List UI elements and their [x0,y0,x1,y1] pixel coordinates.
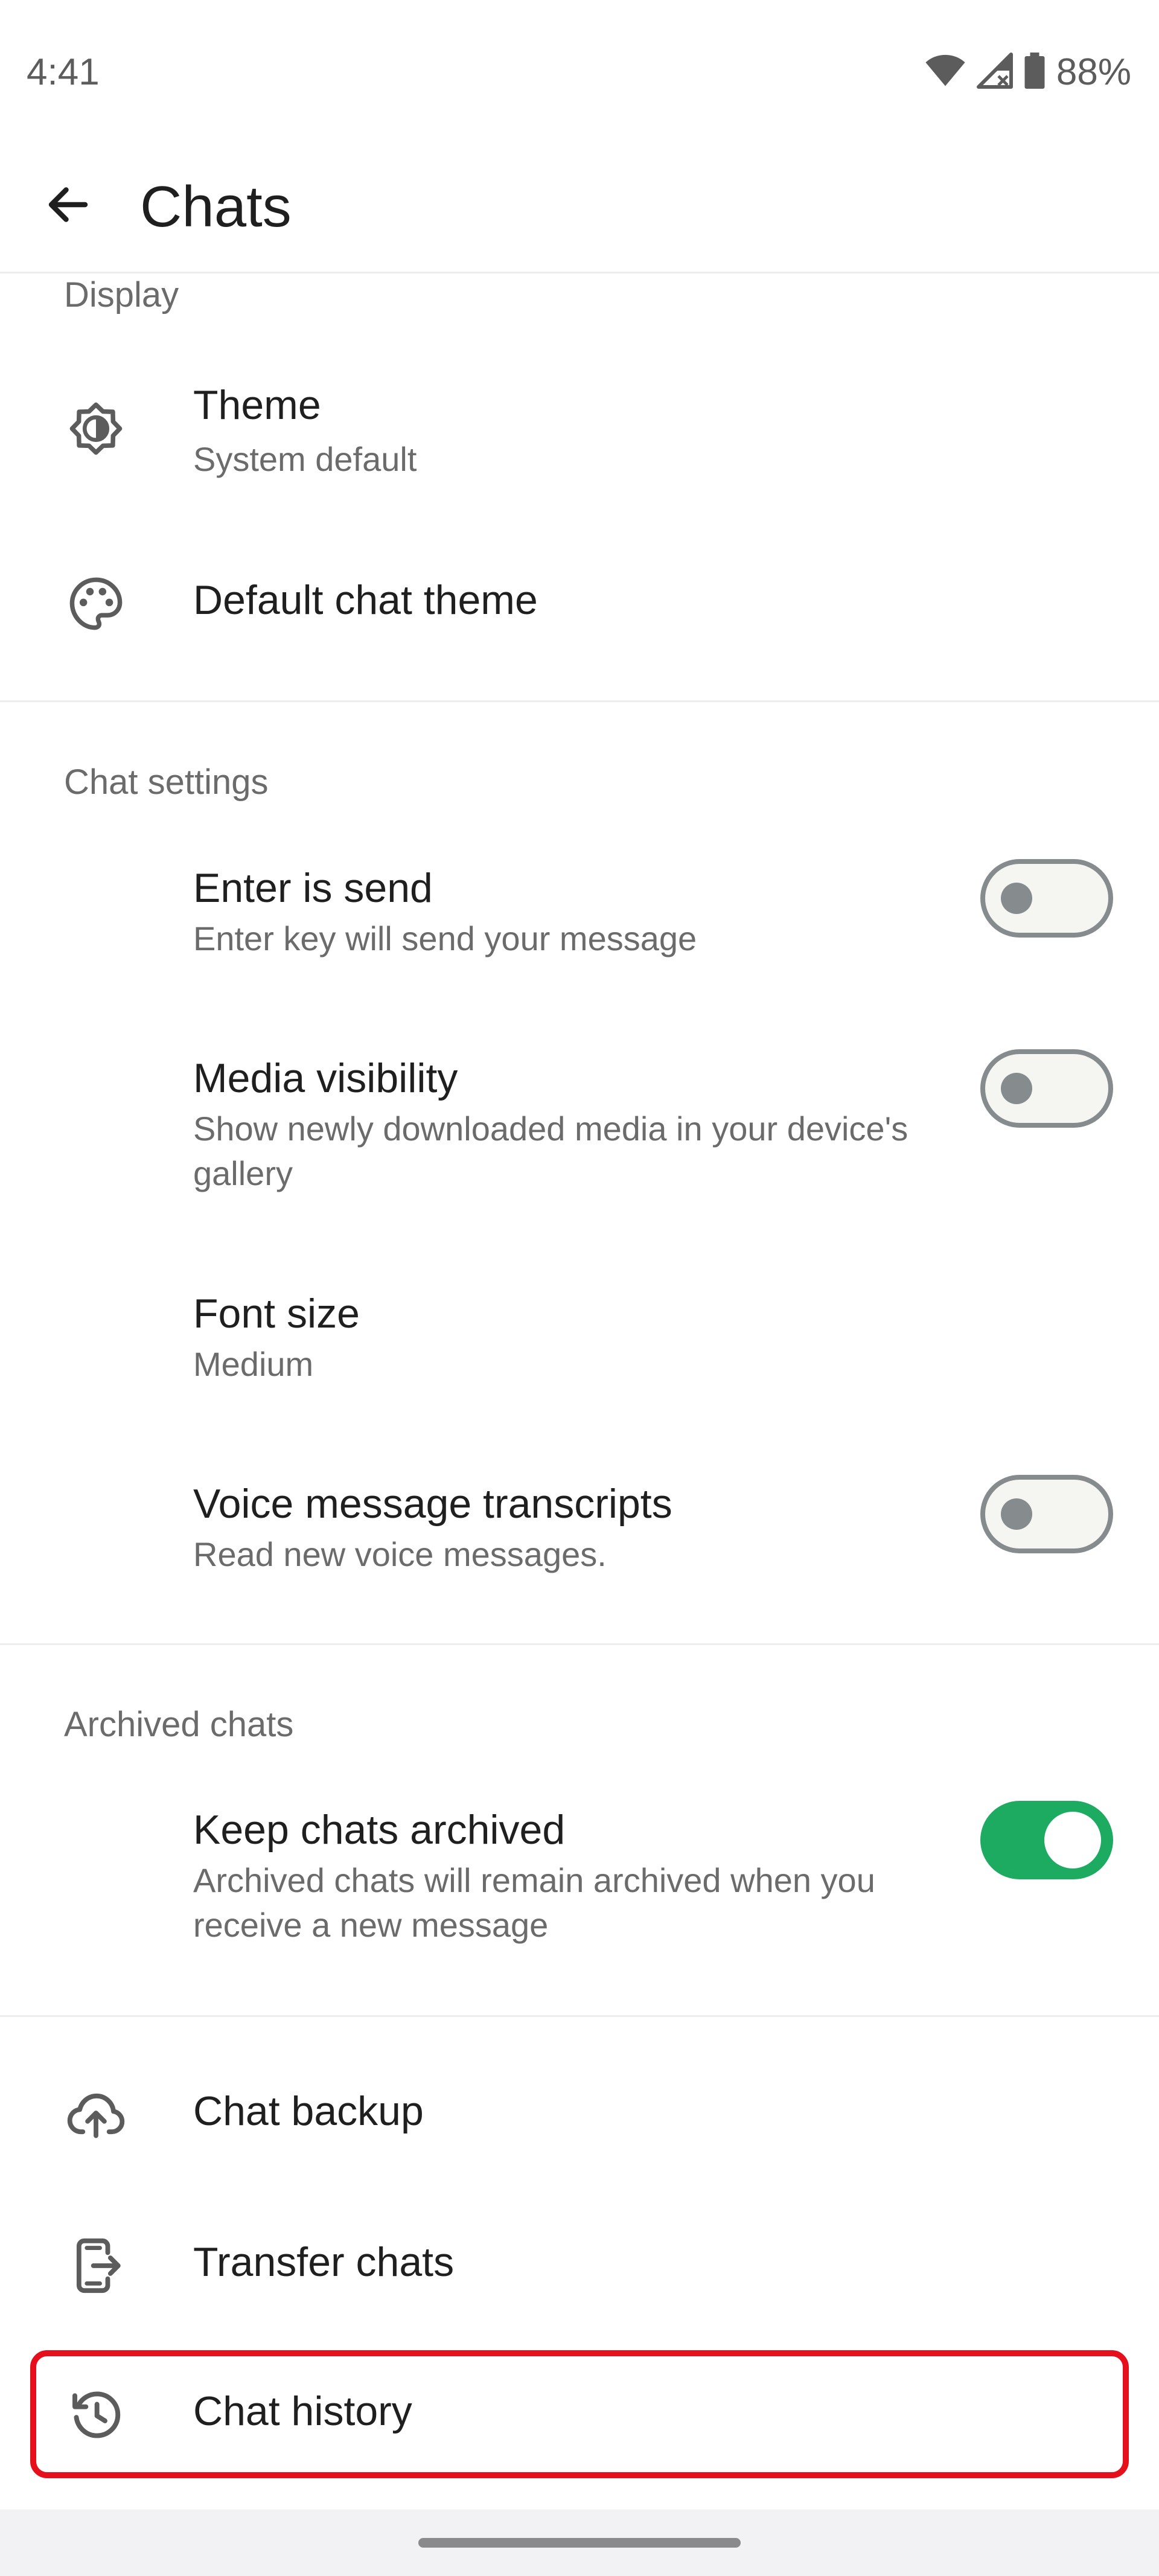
chat-backup-title: Chat backup [193,2088,424,2134]
setting-keep-chats-archived[interactable]: Keep chats archived Archived chats will … [0,1787,1159,1980]
voice-transcripts-subtitle: Read new voice messages. [193,1535,607,1573]
theme-value: System default [193,440,417,478]
chat-history-highlight [30,2350,1129,2478]
toggle-knob [1001,883,1032,914]
section-divider [0,1643,1159,1645]
page-title: Chats [140,174,292,239]
home-gesture-handle[interactable] [418,2538,741,2548]
transfer-chats-title: Transfer chats [193,2239,455,2285]
keep-archived-toggle[interactable] [980,1801,1113,1879]
section-divider [0,700,1159,702]
status-icons: 88% [925,50,1131,94]
keep-archived-subtitle: Archived chats will remain archived when… [193,1861,875,1944]
cellular-signal-icon [976,52,1013,92]
enter-is-send-toggle[interactable] [980,859,1113,938]
setting-transfer-chats[interactable]: Transfer chats [0,2220,1159,2311]
section-header-archived-chats: Archived chats [64,1705,294,1744]
setting-enter-is-send[interactable]: Enter is send Enter key will send your m… [0,845,1159,996]
cloud-upload-icon [63,2082,129,2148]
setting-chat-backup[interactable]: Chat backup [0,2069,1159,2160]
transfer-phone-icon [63,2232,129,2299]
setting-default-chat-theme[interactable]: Default chat theme [0,558,1159,649]
setting-font-size[interactable]: Font size Medium [0,1271,1159,1422]
back-button[interactable] [35,173,101,239]
toggle-knob [1001,1073,1032,1104]
voice-transcripts-toggle[interactable] [980,1475,1113,1553]
section-divider [0,2015,1159,2017]
keep-archived-title: Keep chats archived [193,1807,566,1853]
setting-voice-transcripts[interactable]: Voice message transcripts Read new voice… [0,1461,1159,1612]
status-time: 4:41 [27,51,100,93]
navigation-bar [0,2510,1159,2576]
enter-is-send-subtitle: Enter key will send your message [193,919,697,957]
section-header-display: Display [64,275,179,315]
media-visibility-subtitle: Show newly downloaded media in your devi… [193,1110,908,1192]
toggle-knob [1001,1498,1032,1530]
section-header-chat-settings: Chat settings [64,762,269,802]
enter-is-send-title: Enter is send [193,865,433,911]
battery-percentage: 88% [1056,51,1131,93]
wifi-icon [925,53,966,91]
app-bar: Chats [0,145,1159,273]
media-visibility-title: Media visibility [193,1055,458,1101]
status-bar: 4:41 88% [0,0,1159,145]
default-chat-theme-title: Default chat theme [193,577,538,623]
setting-theme[interactable]: Theme System default [0,355,1159,506]
battery-icon [1024,52,1046,92]
toggle-knob [1044,1812,1101,1868]
theme-title: Theme [193,382,321,428]
theme-icon [63,395,129,462]
media-visibility-toggle[interactable] [980,1049,1113,1128]
voice-transcripts-title: Voice message transcripts [193,1481,672,1527]
arrow-back-icon [43,179,94,233]
font-size-value: Medium [193,1345,314,1383]
font-size-title: Font size [193,1291,360,1337]
setting-media-visibility[interactable]: Media visibility Show newly downloaded m… [0,1035,1159,1229]
palette-icon [63,570,129,637]
